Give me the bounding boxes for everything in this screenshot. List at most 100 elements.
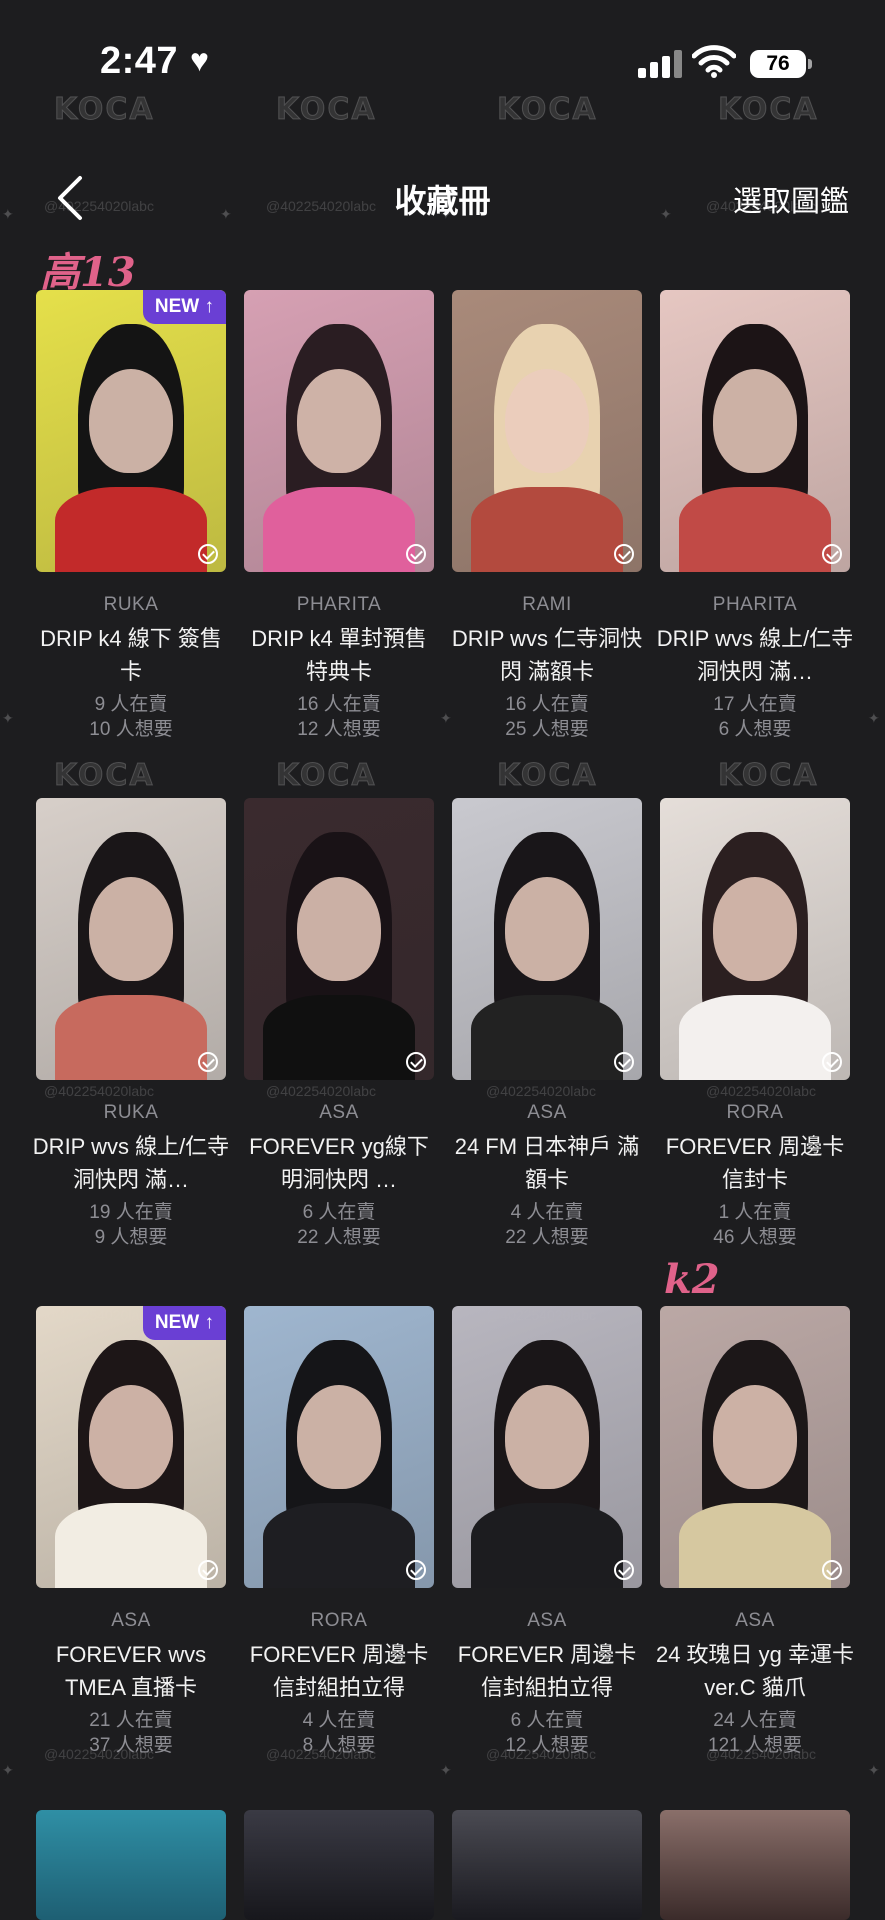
card-thumbnail[interactable]	[660, 1810, 850, 1920]
card-member: RORA	[726, 1102, 784, 1123]
collected-check-icon	[614, 544, 634, 564]
watermark-logo: KOCA	[497, 758, 598, 794]
handwritten-doodle: k2	[664, 1256, 720, 1303]
collected-check-icon	[198, 1052, 218, 1072]
card-thumbnail[interactable]	[36, 798, 226, 1080]
battery-icon: 76	[750, 50, 812, 78]
collected-check-icon	[406, 544, 426, 564]
photo-face	[505, 1384, 589, 1489]
selling-count: 4 人在賣	[510, 1202, 584, 1223]
cellular-signal-icon	[638, 48, 682, 78]
card-thumbnail[interactable]	[452, 1306, 642, 1588]
card-title: FOREVER 周邊卡 信封組拍立得	[249, 1642, 429, 1700]
selling-count: 16 人在賣	[505, 694, 589, 715]
card-title: FOREVER yg線下 明洞快閃 …	[249, 1134, 429, 1192]
card-thumbnail[interactable]	[660, 798, 850, 1080]
card-thumbnail[interactable]	[452, 290, 642, 572]
card-member: PHARITA	[712, 594, 798, 615]
sparkle-icon: ✦	[2, 1762, 14, 1778]
card-member: ASA	[111, 1610, 151, 1631]
photo-body	[263, 487, 415, 572]
card-member: RORA	[310, 1610, 368, 1631]
wanting-count: 12 人想要	[505, 1735, 589, 1756]
photo-body	[679, 1503, 831, 1588]
selling-count: 21 人在賣	[89, 1710, 173, 1731]
watermark-logo: KOCA	[718, 758, 819, 794]
card-title: 24 玫瑰日 yg 幸運卡 ver.C 貓爪	[655, 1642, 855, 1700]
card-thumbnail[interactable]	[452, 1810, 642, 1920]
sparkle-icon: ✦	[2, 710, 14, 726]
collected-check-icon	[822, 544, 842, 564]
wanting-count: 46 人想要	[713, 1227, 797, 1248]
wanting-count: 10 人想要	[89, 719, 173, 740]
collected-check-icon	[614, 1052, 634, 1072]
wanting-count: 121 人想要	[708, 1735, 802, 1756]
selling-count: 17 人在賣	[713, 694, 797, 715]
card-title: FOREVER 周邊卡 信封組拍立得	[457, 1642, 637, 1700]
card-member: RUKA	[103, 594, 159, 615]
selling-count: 4 人在賣	[302, 1710, 376, 1731]
heart-icon: ♥	[190, 42, 209, 78]
photo-face	[505, 876, 589, 981]
card-member: ASA	[527, 1102, 567, 1123]
photo-face	[713, 1384, 797, 1489]
card-title: DRIP wvs 仁寺洞快閃 滿額卡	[451, 626, 643, 684]
sparkle-icon: ✦	[868, 710, 880, 726]
collected-check-icon	[198, 1560, 218, 1580]
photo-body	[55, 995, 207, 1080]
photo-face	[713, 368, 797, 473]
photo-face	[505, 368, 589, 473]
collected-check-icon	[406, 1052, 426, 1072]
card-thumbnail[interactable]	[660, 1306, 850, 1588]
status-bar: 2:47 ♥ 76	[0, 0, 885, 128]
photo-body	[679, 995, 831, 1080]
card-thumbnail[interactable]	[244, 798, 434, 1080]
card-title: 24 FM 日本神戶 滿額卡	[454, 1134, 640, 1192]
card-thumbnail[interactable]	[244, 1306, 434, 1588]
select-collection-button[interactable]: 選取圖鑑	[733, 178, 849, 220]
nav-bar: 收藏冊 選取圖鑑	[0, 160, 885, 236]
card-title: DRIP k4 單封預售 特典卡	[251, 626, 427, 684]
wanting-count: 9 人想要	[94, 1227, 168, 1248]
wanting-count: 6 人想要	[718, 719, 792, 740]
card-member: RUKA	[103, 1102, 159, 1123]
wanting-count: 37 人想要	[89, 1735, 173, 1756]
card-thumbnail[interactable]	[36, 1810, 226, 1920]
wanting-count: 12 人想要	[297, 719, 381, 740]
watermark-handle: @402254020labc	[486, 1083, 596, 1099]
card-title: DRIP wvs 線上/仁寺洞快閃 滿…	[32, 1134, 230, 1192]
selling-count: 19 人在賣	[89, 1202, 173, 1223]
card-thumbnail[interactable]	[244, 1810, 434, 1920]
sparkle-icon: ✦	[440, 710, 452, 726]
watermark-logo: KOCA	[276, 758, 377, 794]
photo-face	[713, 876, 797, 981]
handwritten-doodle: 高13	[40, 249, 136, 296]
card-member: ASA	[527, 1610, 567, 1631]
photo-face	[89, 876, 173, 981]
collected-check-icon	[614, 1560, 634, 1580]
wanting-count: 25 人想要	[505, 719, 589, 740]
card-thumbnail[interactable]	[660, 290, 850, 572]
card-thumbnail[interactable]: NEW ↑	[36, 290, 226, 572]
card-thumbnail[interactable]: NEW ↑	[36, 1306, 226, 1588]
photo-body	[471, 1503, 623, 1588]
card-member: PHARITA	[296, 594, 382, 615]
watermark-handle: @402254020labc	[706, 1083, 816, 1099]
card-title: FOREVER wvs TMEA 直播卡	[55, 1642, 207, 1700]
selling-count: 9 人在賣	[94, 694, 168, 715]
photo-face	[297, 876, 381, 981]
selling-count: 1 人在賣	[718, 1202, 792, 1223]
card-title: DRIP k4 線下 簽售卡	[40, 626, 222, 684]
photo-body	[55, 1503, 207, 1588]
card-thumbnail[interactable]	[244, 290, 434, 572]
card-thumbnail[interactable]	[452, 798, 642, 1080]
photo-body	[471, 995, 623, 1080]
photo-face	[297, 1384, 381, 1489]
photo-face	[297, 368, 381, 473]
card-title: DRIP wvs 線上/仁寺洞快閃 滿…	[656, 626, 854, 684]
new-badge: NEW ↑	[142, 1306, 226, 1340]
card-member: ASA	[319, 1102, 359, 1123]
collected-check-icon	[822, 1560, 842, 1580]
selling-count: 6 人在賣	[510, 1710, 584, 1731]
card-member: RAMI	[522, 594, 572, 615]
